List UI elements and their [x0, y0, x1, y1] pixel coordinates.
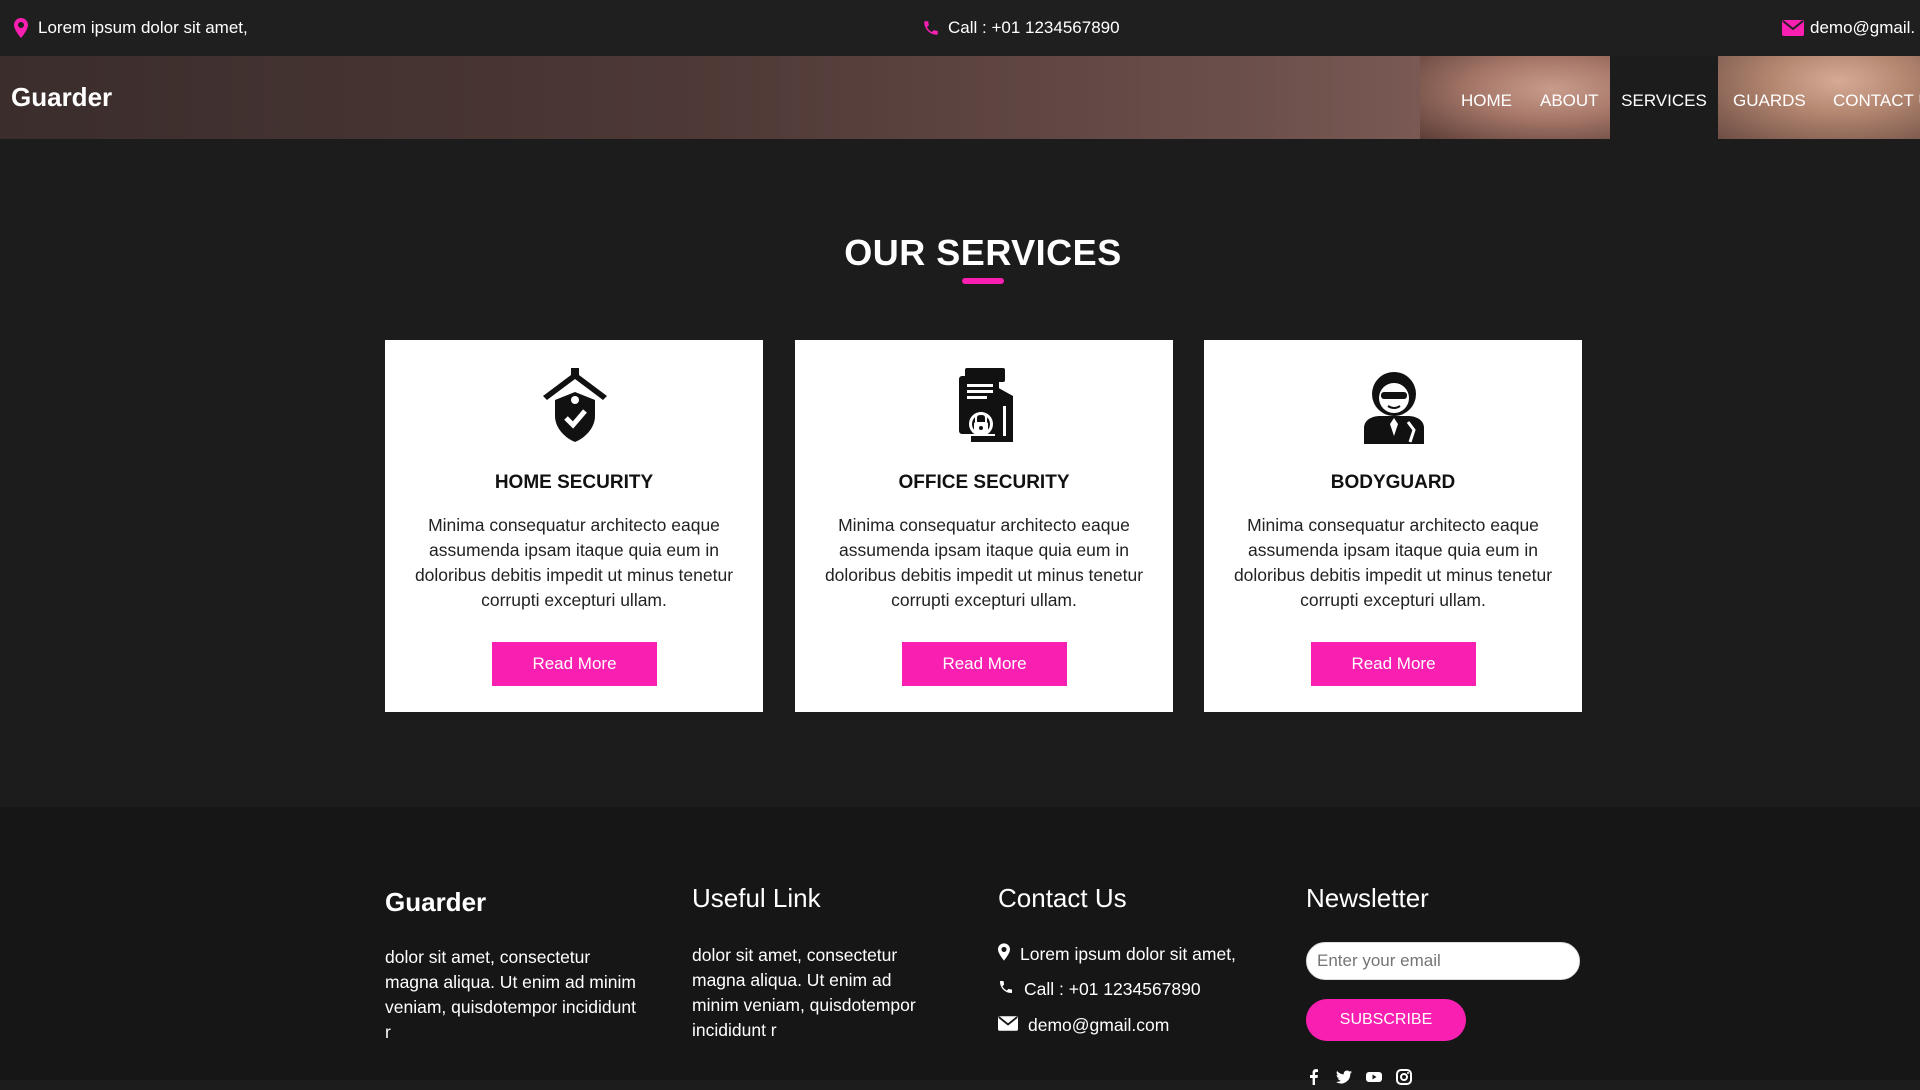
read-more-button[interactable]: Read More	[1311, 642, 1476, 686]
services-title: OUR SERVICES	[844, 232, 1122, 273]
service-description: Minima consequatur architecto eaque assu…	[414, 515, 734, 610]
phone-icon	[998, 979, 1014, 1000]
nav-guards[interactable]: GUARDS	[1733, 56, 1806, 139]
useful-link-heading: Useful Link	[692, 883, 821, 913]
newsletter-heading: Newsletter	[1306, 883, 1429, 913]
services-title-underline	[962, 278, 1004, 284]
map-pin-icon	[10, 17, 32, 39]
topbar-email[interactable]: demo@gmail.	[1782, 17, 1915, 39]
social-links	[1306, 1069, 1412, 1085]
service-title: BODYGUARD	[1330, 472, 1456, 493]
subscribe-button[interactable]: SUBSCRIBE	[1306, 999, 1466, 1041]
topbar-location-text: Lorem ipsum dolor sit amet,	[38, 18, 248, 37]
top-bar: Lorem ipsum dolor sit amet, Call : +01 1…	[0, 0, 1920, 56]
service-card-home: HOME SECURITY Minima consequatur archite…	[385, 340, 763, 712]
facebook-icon[interactable]	[1306, 1069, 1322, 1085]
read-more-button[interactable]: Read More	[492, 642, 657, 686]
twitter-icon[interactable]	[1336, 1069, 1352, 1085]
youtube-icon[interactable]	[1366, 1069, 1382, 1085]
site-header: Guarder HOME ABOUT SERVICES GUARDS CONTA…	[0, 56, 1920, 139]
nav-about[interactable]: ABOUT	[1540, 56, 1599, 139]
contact-us-heading: Contact Us	[998, 883, 1127, 913]
nav-home[interactable]: HOME	[1461, 56, 1512, 139]
topbar-location: Lorem ipsum dolor sit amet,	[10, 17, 248, 39]
service-title: HOME SECURITY	[494, 472, 654, 493]
nav-services[interactable]: SERVICES	[1610, 56, 1718, 139]
topbar-call-text: Call : +01 1234567890	[948, 18, 1120, 37]
footer-call-text: Call : +01 1234567890	[1024, 979, 1201, 999]
footer-location-text: Lorem ipsum dolor sit amet,	[1020, 944, 1236, 964]
read-more-button[interactable]: Read More	[902, 642, 1067, 686]
service-description: Minima consequatur architecto eaque assu…	[824, 515, 1144, 610]
phone-icon	[920, 17, 942, 39]
map-pin-icon	[998, 943, 1010, 966]
mail-icon	[1782, 17, 1804, 39]
instagram-icon[interactable]	[1396, 1069, 1412, 1085]
footer-about-text: dolor sit amet, consectetur magna aliqua…	[385, 947, 636, 1042]
newsletter-email-input[interactable]	[1306, 942, 1580, 980]
home-shield-icon	[535, 366, 615, 446]
service-title: OFFICE SECURITY	[898, 472, 1070, 493]
document-lock-icon	[945, 366, 1025, 446]
footer-contact-location: Lorem ipsum dolor sit amet,	[998, 943, 1236, 966]
site-footer: Guarder dolor sit amet, consectetur magn…	[0, 807, 1920, 1085]
footer-email-text: demo@gmail.com	[1028, 1015, 1170, 1035]
bodyguard-icon	[1354, 366, 1434, 446]
topbar-call[interactable]: Call : +01 1234567890	[920, 17, 1120, 39]
service-card-office: OFFICE SECURITY Minima consequatur archi…	[795, 340, 1173, 712]
topbar-email-text: demo@gmail.	[1810, 18, 1916, 37]
service-description: Minima consequatur architecto eaque assu…	[1233, 515, 1553, 610]
footer-contact-call[interactable]: Call : +01 1234567890	[998, 979, 1201, 1000]
nav-contact[interactable]: CONTACT U	[1833, 56, 1920, 139]
footer-logo[interactable]: Guarder	[385, 887, 486, 918]
useful-link-text: dolor sit amet, consectetur magna aliqua…	[692, 945, 916, 1040]
footer-contact-email[interactable]: demo@gmail.com	[998, 1015, 1169, 1036]
site-logo[interactable]: Guarder	[11, 82, 112, 113]
mail-icon	[998, 1015, 1018, 1036]
service-card-bodyguard: BODYGUARD Minima consequatur architecto …	[1204, 340, 1582, 712]
